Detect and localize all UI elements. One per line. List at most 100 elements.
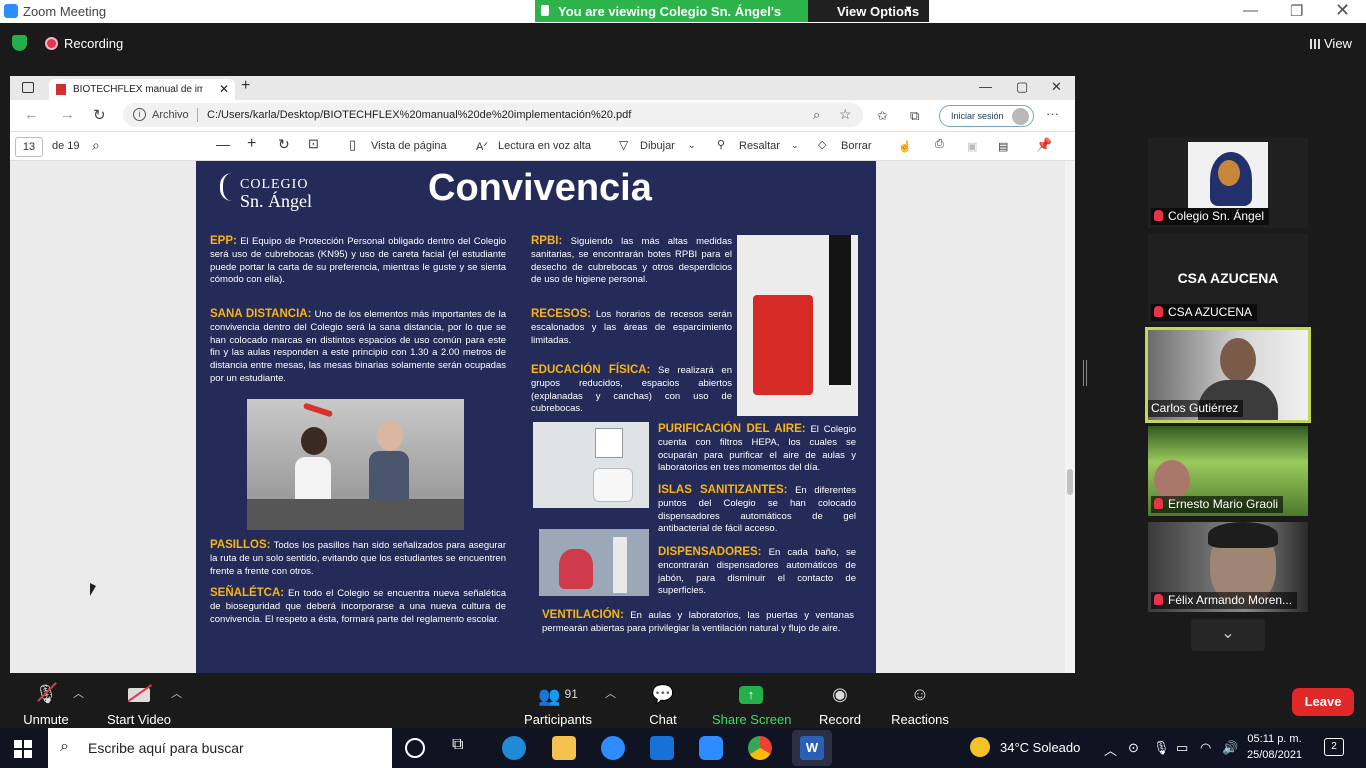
read-aloud-icon: Aᐟ	[476, 141, 488, 153]
new-tab-button[interactable]: +	[241, 77, 250, 95]
record-button[interactable]: ◉ Record	[815, 675, 865, 727]
task-view-icon[interactable]: ⧉	[452, 736, 476, 760]
pdf-viewer[interactable]: COLEGIO Sn. Ángel Convivencia EPP: El Eq…	[10, 161, 1075, 673]
sana-heading: SANA DISTANCIA:	[210, 308, 312, 320]
browser-minimize-button[interactable]: —	[979, 79, 992, 94]
zoom-app-icon[interactable]	[699, 736, 723, 760]
participants-options-caret[interactable]: ︿	[605, 685, 616, 701]
rpbi-heading: RPBI:	[531, 235, 563, 247]
participant-tile[interactable]: Colegio Sn. Ángel	[1148, 138, 1308, 228]
volume-icon[interactable]: 🔊	[1222, 740, 1238, 756]
highlight-chevron-icon[interactable]: ⌄	[791, 140, 799, 151]
chrome-app-icon[interactable]	[748, 736, 772, 760]
participant-name: CSA AZUCENA	[1151, 304, 1258, 321]
collections-icon[interactable]: ⧉	[910, 108, 919, 124]
notifications-icon[interactable]: 2	[1324, 738, 1344, 756]
tray-app-icon[interactable]: ⊙	[1128, 740, 1139, 756]
favorite-icon[interactable]: ☆	[839, 106, 852, 123]
reactions-button[interactable]: ☺ Reactions	[890, 675, 950, 727]
recording-label[interactable]: Recording	[64, 36, 123, 51]
refresh-icon[interactable]: ↻	[93, 106, 106, 124]
file-explorer-icon[interactable]	[552, 736, 576, 760]
weather-text[interactable]: 34°C Soleado	[1000, 740, 1080, 755]
battery-icon[interactable]: ▭	[1176, 740, 1188, 756]
favorites-icon[interactable]: ✩	[877, 108, 888, 124]
view-label: View	[1324, 36, 1352, 51]
participant-tile[interactable]: Ernesto Mario Graoli	[1148, 426, 1308, 516]
pin-icon[interactable]: 📌	[1036, 137, 1052, 153]
weather-sun-icon[interactable]	[970, 737, 990, 757]
mail-app-icon[interactable]	[650, 736, 674, 760]
highlight-button[interactable]: Resaltar	[739, 140, 780, 152]
participants-button[interactable]: 👥 91 Participants	[523, 675, 593, 727]
url-text[interactable]: C:/Users/karla/Desktop/BIOTECHFLEX%20man…	[207, 109, 631, 121]
close-button[interactable]: ✕	[1335, 0, 1350, 21]
draw-chevron-icon[interactable]: ⌄	[688, 140, 696, 151]
view-button[interactable]: View	[1310, 36, 1352, 51]
address-bar[interactable]: i Archivo C:/Users/karla/Desktop/BIOTECH…	[123, 103, 863, 127]
search-icon[interactable]: ⌕	[92, 137, 100, 154]
active-speaker-tile[interactable]: Carlos Gutiérrez	[1145, 327, 1311, 423]
rotate-icon[interactable]: ↻	[278, 136, 290, 153]
students-photo	[247, 399, 464, 530]
unmute-label: Unmute	[23, 712, 69, 727]
edge-app-icon[interactable]	[502, 736, 526, 760]
browser-tab-strip: BIOTECHFLEX manual de implem ✕ + — ▢ ✕	[10, 76, 1075, 100]
meeting-top-bar: Recording View	[0, 23, 1366, 63]
audio-options-caret[interactable]: ︿	[73, 685, 84, 701]
read-aloud-button[interactable]: Lectura en voz alta	[498, 140, 591, 152]
forward-icon[interactable]: →	[60, 106, 75, 123]
zoom-in-icon[interactable]: +	[247, 135, 256, 153]
video-options-caret[interactable]: ︿	[171, 685, 182, 701]
more-icon[interactable]: ···	[1046, 106, 1059, 121]
windows-taskbar: ⌕ Escribe aquí para buscar ⧉ W 34°C Sole…	[0, 728, 1366, 768]
save-as-icon[interactable]: ▤	[998, 140, 1008, 153]
share-screen-button[interactable]: ↑ Share Screen	[712, 675, 792, 727]
scroll-down-button[interactable]: ⌄	[1191, 619, 1265, 651]
leave-button[interactable]: Leave	[1292, 688, 1354, 716]
info-icon[interactable]: i	[133, 108, 146, 121]
browser-close-button[interactable]: ✕	[1051, 79, 1062, 95]
zoom-search-icon[interactable]: ⌕	[813, 107, 820, 123]
draw-button[interactable]: Dibujar	[640, 140, 675, 152]
tab-actions-icon[interactable]	[22, 82, 34, 93]
shield-icon[interactable]	[12, 35, 27, 51]
page-number-input[interactable]: 13	[15, 137, 43, 157]
taskbar-clock[interactable]: 05:11 p. m. 25/08/2021	[1247, 731, 1302, 763]
browser-tab[interactable]: BIOTECHFLEX manual de implem ✕	[49, 79, 235, 100]
erase-button[interactable]: Borrar	[841, 140, 872, 152]
pdf-scrollbar[interactable]	[1065, 161, 1075, 673]
cortana-icon[interactable]	[405, 738, 425, 758]
senaletica-heading: SEÑALÉTCA:	[210, 587, 285, 599]
panel-resize-handle[interactable]	[1083, 360, 1087, 386]
sign-in-button[interactable]: Iniciar sesión	[939, 105, 1034, 127]
wifi-icon[interactable]: ◠	[1200, 740, 1211, 756]
print-icon[interactable]: ⎙	[935, 138, 944, 151]
scrollbar-thumb[interactable]	[1067, 469, 1073, 495]
close-tab-icon[interactable]: ✕	[219, 82, 229, 96]
maximize-button[interactable]: ❐	[1290, 2, 1303, 20]
browser-app-icon[interactable]	[601, 736, 625, 760]
save-icon[interactable]: ▣	[967, 140, 977, 153]
microphone-icon[interactable]: 🎙	[1153, 740, 1170, 756]
chat-button[interactable]: 💬 Chat	[640, 675, 686, 727]
school-logo-icon	[220, 173, 236, 201]
fit-page-icon[interactable]: ⊡	[308, 136, 319, 152]
zoom-out-icon[interactable]: —	[216, 136, 230, 152]
tray-overflow-icon[interactable]: ︿	[1104, 740, 1117, 759]
notification-count: 2	[1331, 741, 1337, 752]
back-icon[interactable]: ←	[24, 106, 39, 123]
participant-tile[interactable]: Félix Armando Moren...	[1148, 522, 1308, 612]
windows-start-button[interactable]	[14, 740, 32, 758]
pdf-page: COLEGIO Sn. Ángel Convivencia EPP: El Eq…	[196, 161, 876, 673]
taskbar-search-box[interactable]: ⌕ Escribe aquí para buscar	[48, 728, 392, 768]
browser-maximize-button[interactable]: ▢	[1016, 79, 1028, 95]
participant-tile[interactable]: CSA AZUCENA CSA AZUCENA	[1148, 234, 1308, 324]
view-options-button[interactable]: View Options ▾	[808, 0, 929, 22]
unmute-button[interactable]: 🎙 Unmute	[16, 675, 76, 727]
page-view-button[interactable]: Vista de página	[371, 140, 447, 152]
word-app-active[interactable]: W	[792, 730, 832, 766]
start-video-button[interactable]: Start Video	[103, 675, 175, 727]
minimize-button[interactable]: —	[1243, 2, 1258, 19]
touch-icon[interactable]: ☝	[898, 140, 912, 153]
